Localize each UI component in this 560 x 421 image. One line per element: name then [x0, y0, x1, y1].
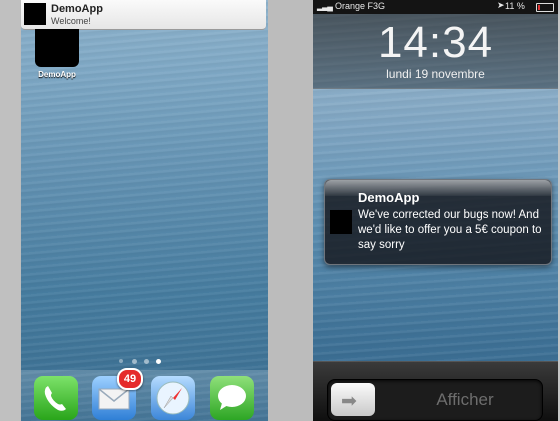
lock-time: 14:34: [377, 18, 494, 67]
carrier-name: Orange F: [335, 1, 374, 11]
location-icon: ➤: [497, 0, 505, 10]
signal-icon: ▂▃▄: [317, 2, 333, 11]
notification-title: DemoApp: [358, 190, 420, 205]
safari-icon: [156, 381, 190, 415]
messages-icon: [218, 385, 246, 410]
status-bar: ▂▃▄ Orange F 3G ➤ 11 %: [313, 0, 558, 14]
notification-body: We've corrected our bugs now! And we'd l…: [358, 209, 542, 251]
page-dot: [144, 359, 149, 364]
unlock-slider-knob[interactable]: ➡: [331, 383, 375, 416]
unlock-bar: ➡ Afficher: [313, 361, 558, 421]
arrow-right-icon: ➡: [341, 391, 357, 412]
unlock-slider-track[interactable]: ➡ Afficher: [327, 379, 543, 421]
page-dot-active: [156, 359, 161, 364]
notification-banner[interactable]: DemoApp Welcome!: [21, 0, 266, 30]
mail-badge: 49: [117, 368, 143, 390]
screen-divider: [268, 0, 312, 421]
battery-level: [538, 5, 540, 10]
page-dot: [132, 359, 137, 364]
home-screen: DemoApp Welcome! DemoApp 49: [21, 0, 268, 421]
lock-screen: ▂▃▄ Orange F 3G ➤ 11 % 14:34 lundi 19 no…: [313, 0, 558, 421]
network-type: 3G: [373, 1, 386, 11]
demoapp-icon[interactable]: [35, 29, 79, 67]
banner-app-icon: [24, 3, 46, 25]
banner-message: Welcome!: [51, 16, 91, 26]
battery-percentage: 11 %: [505, 1, 525, 11]
demoapp-label: DemoApp: [38, 70, 76, 79]
dock: [21, 370, 268, 421]
unlock-slider-label: Afficher: [436, 390, 494, 409]
page-indicator[interactable]: [119, 358, 169, 366]
phone-icon: [44, 386, 66, 411]
banner-title: DemoApp: [51, 3, 103, 15]
lock-date: lundi 19 novembre: [386, 67, 485, 81]
phone-app-icon[interactable]: [34, 376, 78, 420]
clock-panel: 14:34 lundi 19 novembre: [313, 14, 558, 89]
safari-app-icon[interactable]: [151, 376, 195, 420]
left-margin: [0, 0, 20, 421]
messages-app-icon[interactable]: [210, 376, 254, 420]
notification-app-icon: [330, 210, 352, 234]
battery-icon: [536, 3, 554, 12]
spotlight-search-icon[interactable]: [119, 359, 123, 363]
lock-notification[interactable]: DemoApp We've corrected our bugs now! An…: [324, 179, 552, 265]
